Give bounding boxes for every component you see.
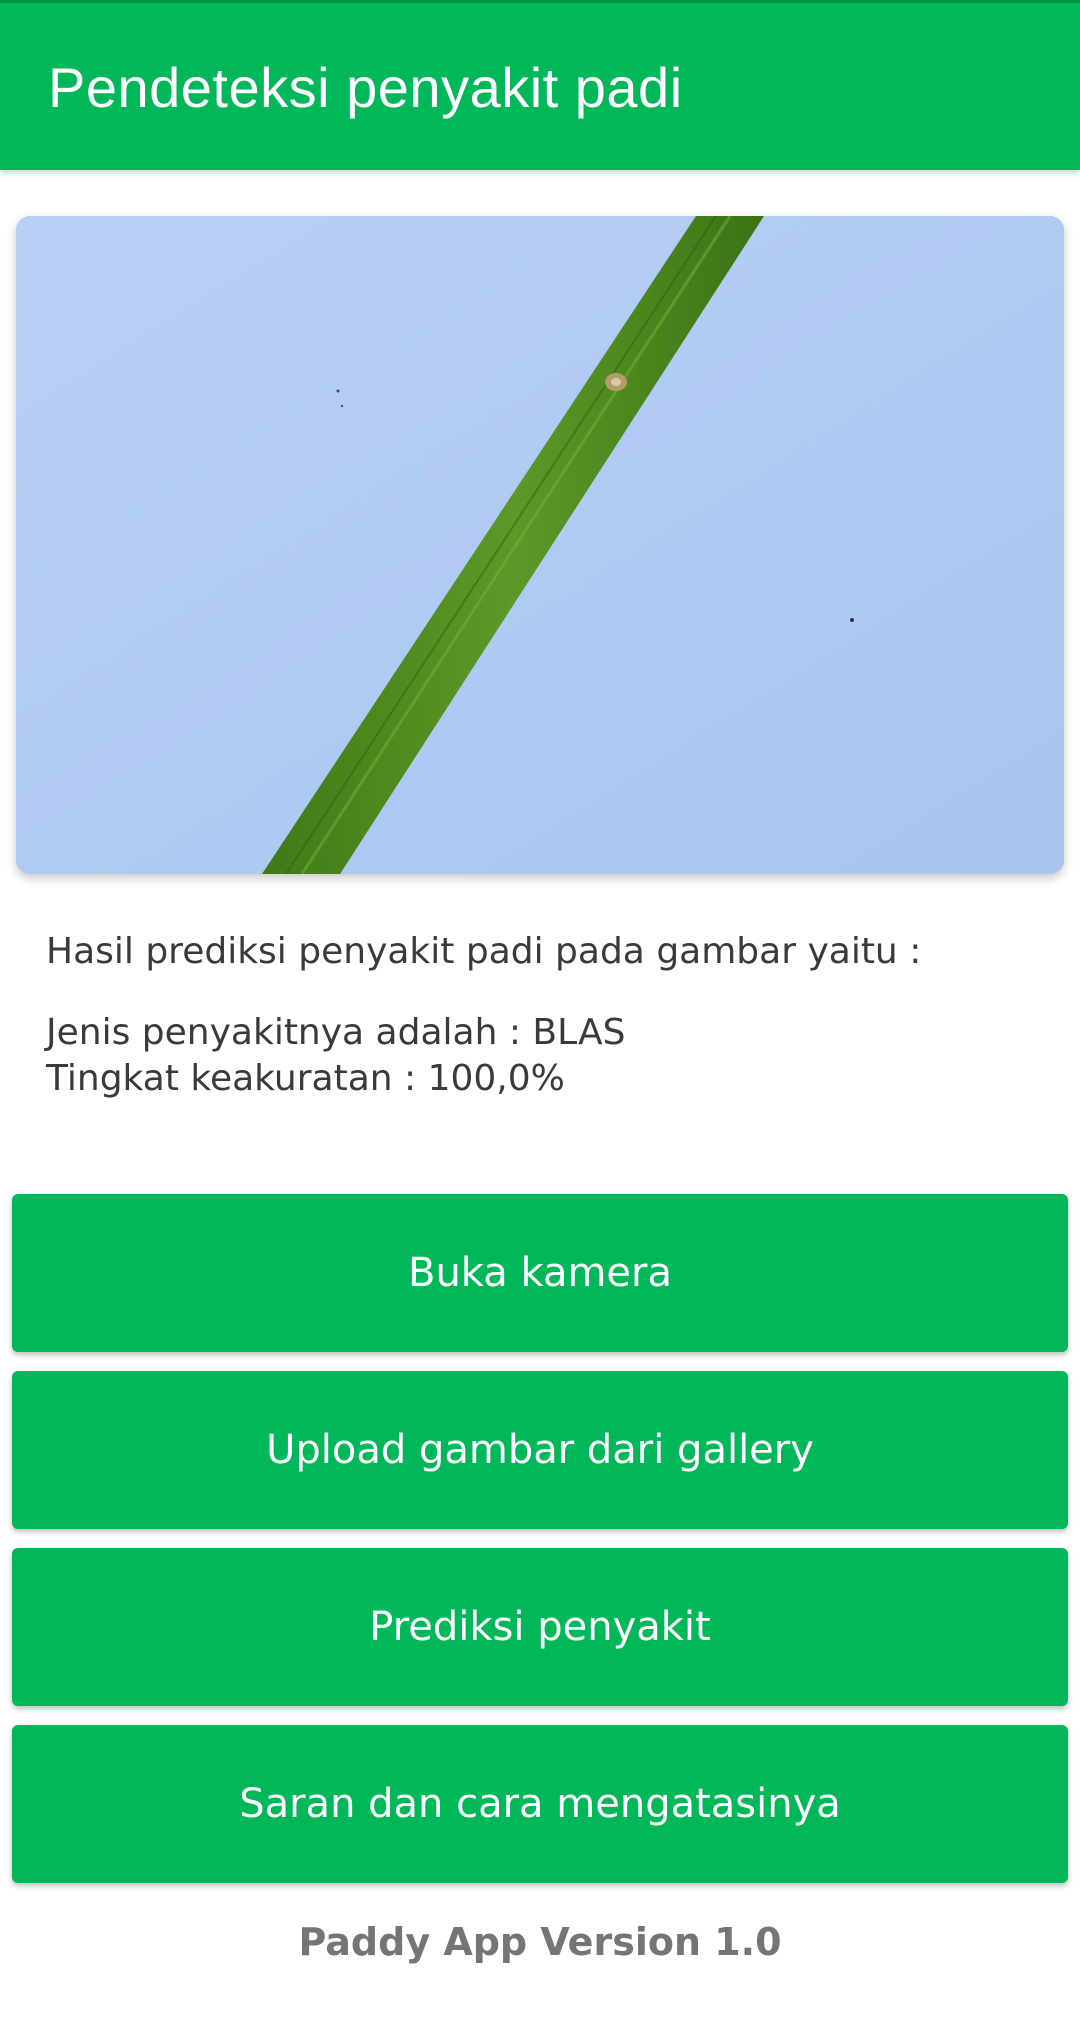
app-version-text: Paddy App Version 1.0 (298, 1920, 782, 1964)
predict-disease-button[interactable]: Prediksi penyakit (12, 1548, 1068, 1706)
disease-type-text: Jenis penyakitnya adalah : BLAS (46, 1012, 626, 1053)
upload-gallery-button[interactable]: Upload gambar dari gallery (12, 1371, 1068, 1529)
result-section: Hasil prediksi penyakit padi pada gambar… (46, 928, 1046, 1102)
result-details: Jenis penyakitnya adalah : BLAS Tingkat … (46, 1010, 1046, 1102)
advice-button[interactable]: Saran dan cara mengatasinya (12, 1725, 1068, 1883)
accuracy-text: Tingkat keakuratan : 100,0% (46, 1058, 565, 1099)
result-heading: Hasil prediksi penyakit padi pada gambar… (46, 931, 922, 972)
app-bar: Pendeteksi penyakit padi (0, 0, 1080, 170)
leaf-image (16, 216, 1064, 874)
open-camera-button[interactable]: Buka kamera (12, 1194, 1068, 1352)
rice-leaf-photo (16, 216, 1064, 874)
app-title: Pendeteksi penyakit padi (48, 56, 683, 119)
